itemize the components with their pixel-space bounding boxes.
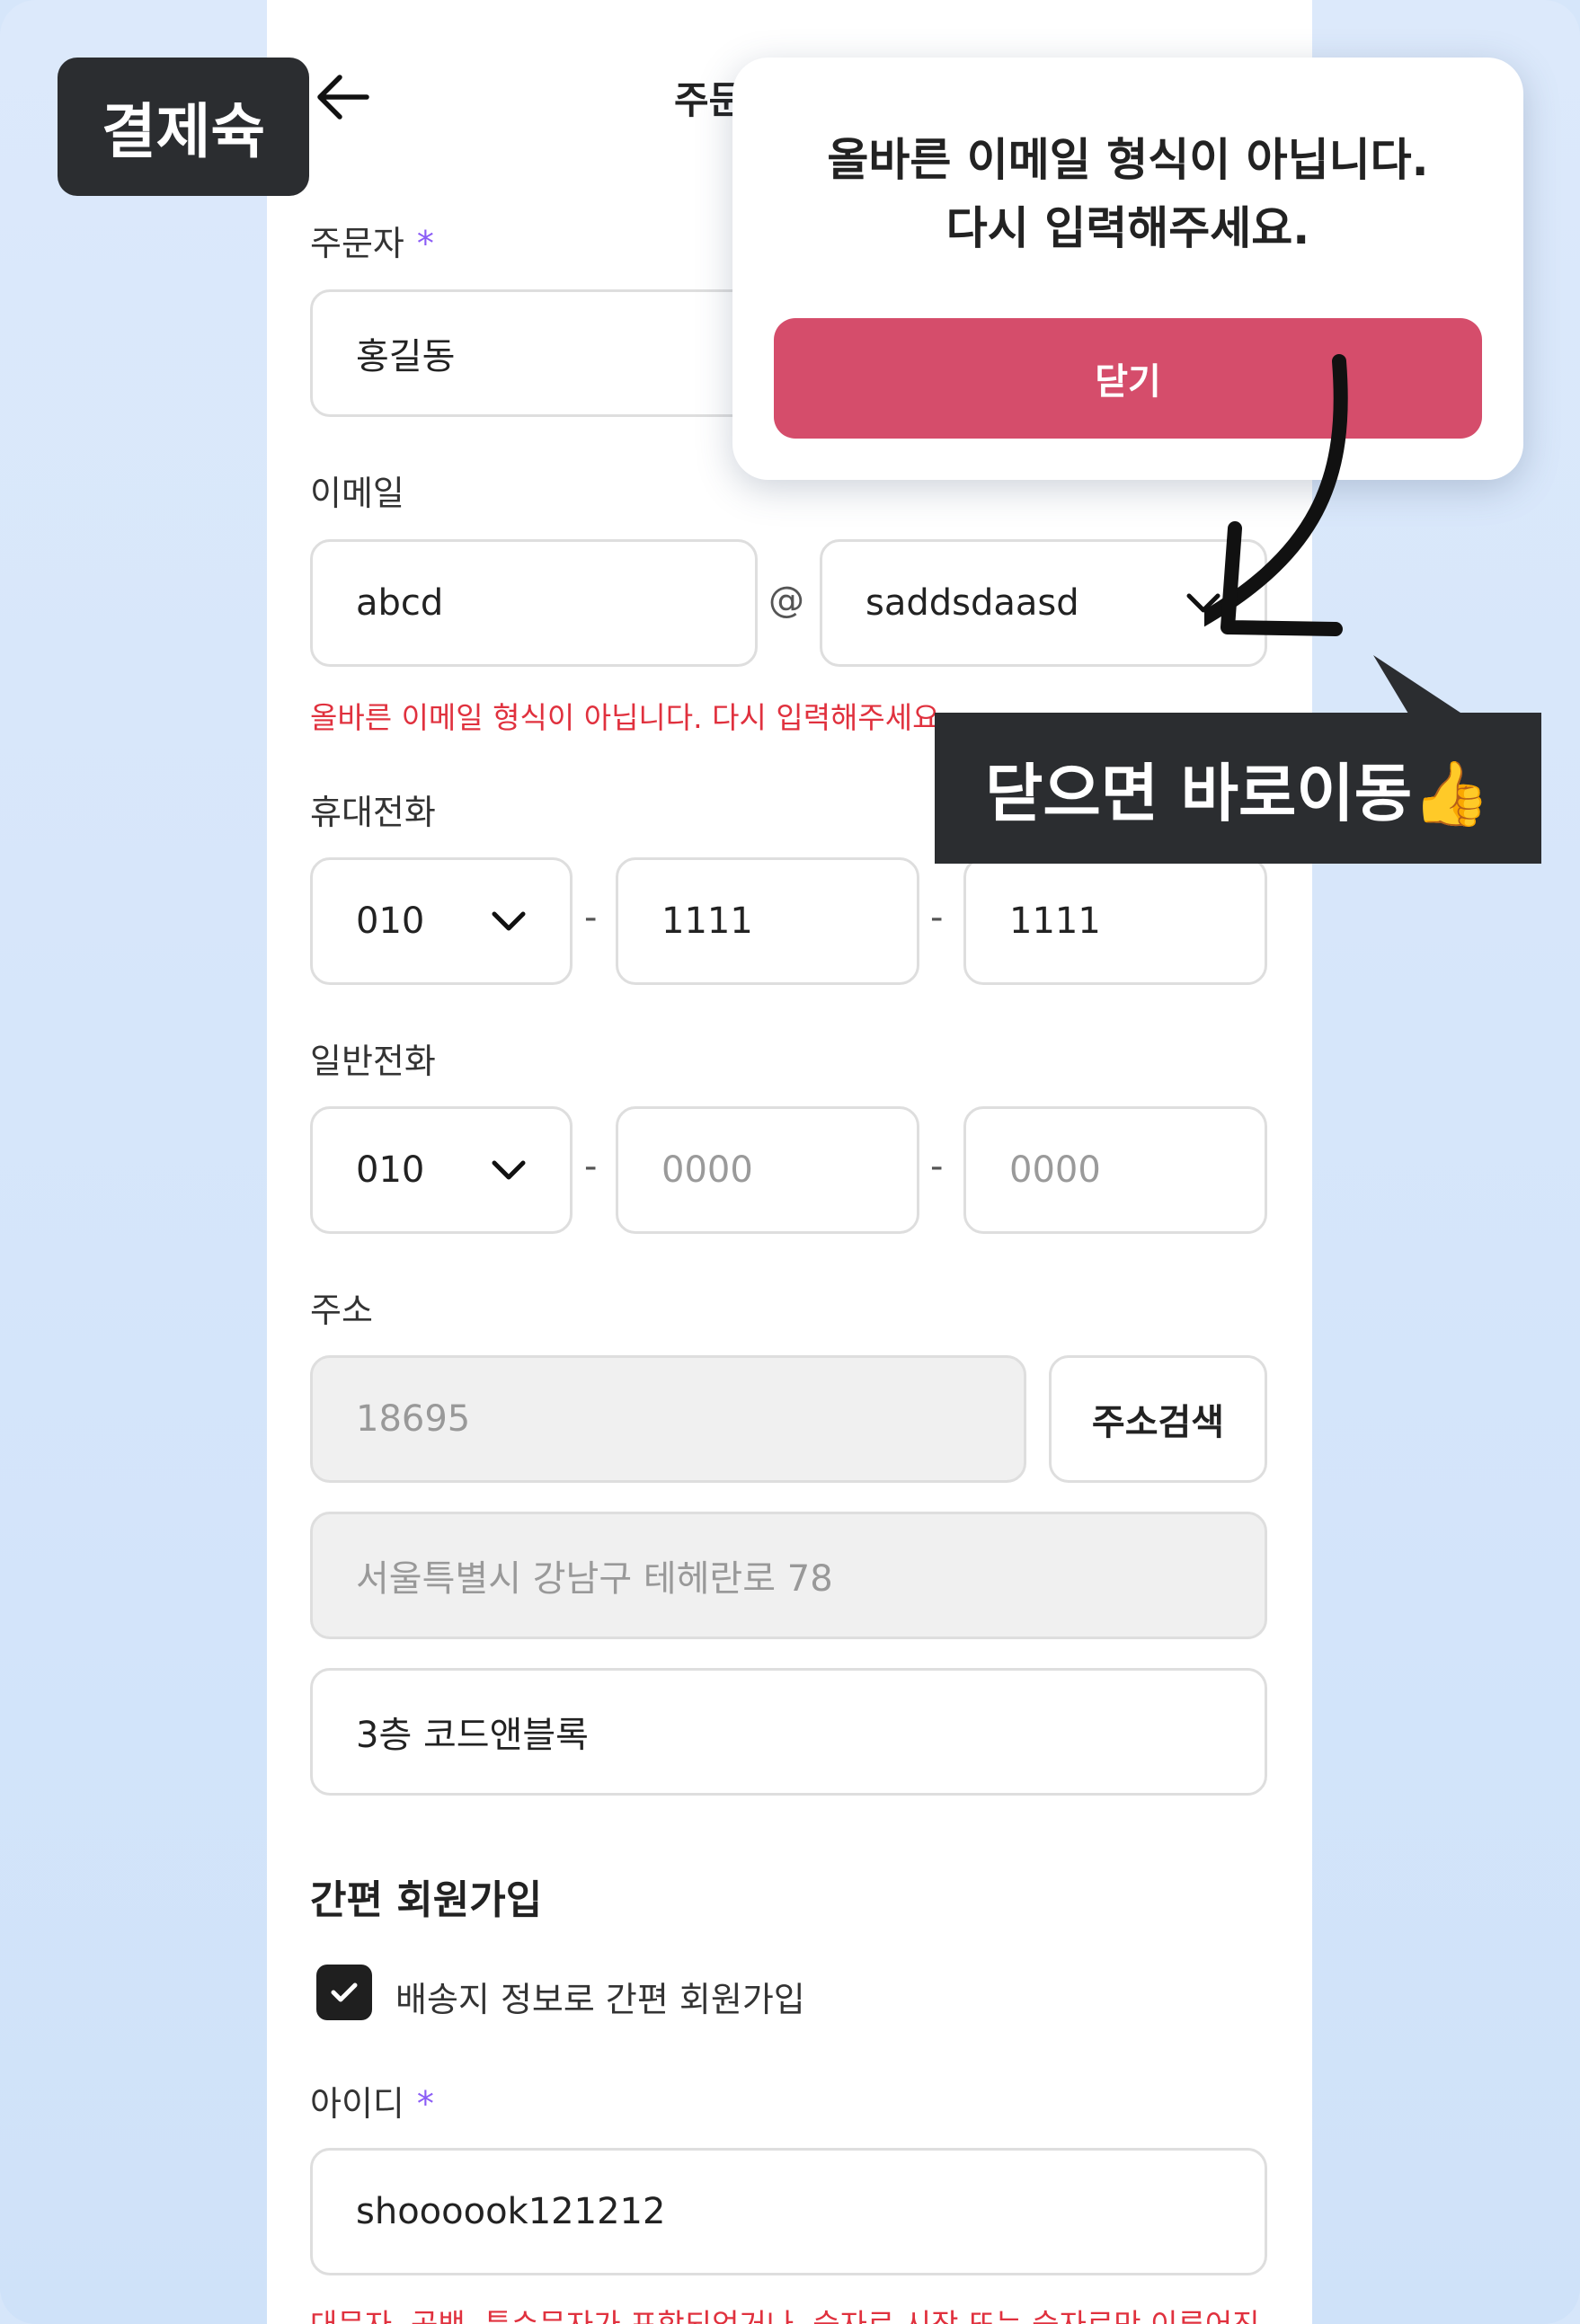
back-arrow-icon[interactable] [315,72,372,122]
check-icon [331,1982,358,2002]
phone-prefix-select[interactable]: 010 [310,1106,573,1234]
chevron-down-icon [492,911,526,931]
address-line2-input[interactable]: 3층 코드앤블록 [310,1668,1267,1796]
userid-error-clip: 대문자, 공백, 특수문자가 포함되었거나, 숫자로 시작 또는 숫자로만 이루… [310,2301,1267,2324]
chevron-down-icon [492,1160,526,1180]
phone-mid-input[interactable]: 0000 [616,1106,919,1234]
zipcode-field: 18695 [310,1355,1026,1483]
mobile-prefix-select[interactable]: 010 [310,857,573,985]
phone-last-input[interactable]: 0000 [963,1106,1267,1234]
email-error-text: 올바른 이메일 형식이 아닙니다. 다시 입력해주세요. [310,700,949,735]
email-local-input[interactable]: abcd [310,539,758,667]
email-at-sign: @ [768,580,804,621]
mobile-dash: - [584,897,598,938]
phone-dash: - [930,1146,944,1187]
callout-label: 닫으면 바로이동👍 [935,713,1541,864]
mobile-last-input[interactable]: 1111 [963,857,1267,985]
mobile-mid-input[interactable]: 1111 [616,857,919,985]
phone-label: 일반전화 [310,1042,436,1081]
email-domain-select[interactable]: saddsdaasd [820,539,1267,667]
signup-checkbox-label: 배송지 정보로 간편 회원가입 [395,1980,805,2019]
address-search-button[interactable]: 주소검색 [1049,1355,1267,1483]
signup-checkbox[interactable] [316,1965,372,2020]
address-label: 주소 [310,1291,373,1330]
required-mark: * [416,2084,434,2124]
userid-label: 아이디 * [310,2084,434,2124]
userid-input[interactable]: shoooook121212 [310,2148,1267,2275]
error-modal: 올바른 이메일 형식이 아닙니다. 다시 입력해주세요. 닫기 [732,58,1523,480]
mobile-dash: - [930,897,944,938]
required-mark: * [416,224,434,263]
userid-error-text: 대문자, 공백, 특수문자가 포함되었거나, 숫자로 시작 또는 숫자로만 이루… [310,2301,1267,2324]
mobile-label: 휴대전화 [310,793,436,832]
signup-section-title: 간편 회원가입 [310,1877,543,1923]
modal-message-line1: 올바른 이메일 형식이 아닙니다. [827,134,1429,186]
address-line1-field: 서울특별시 강남구 테헤란로 78 [310,1512,1267,1639]
email-label: 이메일 [310,474,404,513]
corner-tag: 결제슉 [58,58,309,196]
phone-dash: - [584,1146,598,1187]
curved-arrow-icon [1204,354,1348,636]
modal-close-button[interactable]: 닫기 [774,318,1482,439]
modal-message-line2: 다시 입력해주세요. [945,202,1310,254]
orderer-label: 주문자 * [310,224,434,263]
modal-message: 올바른 이메일 형식이 아닙니다. 다시 입력해주세요. [732,126,1523,262]
